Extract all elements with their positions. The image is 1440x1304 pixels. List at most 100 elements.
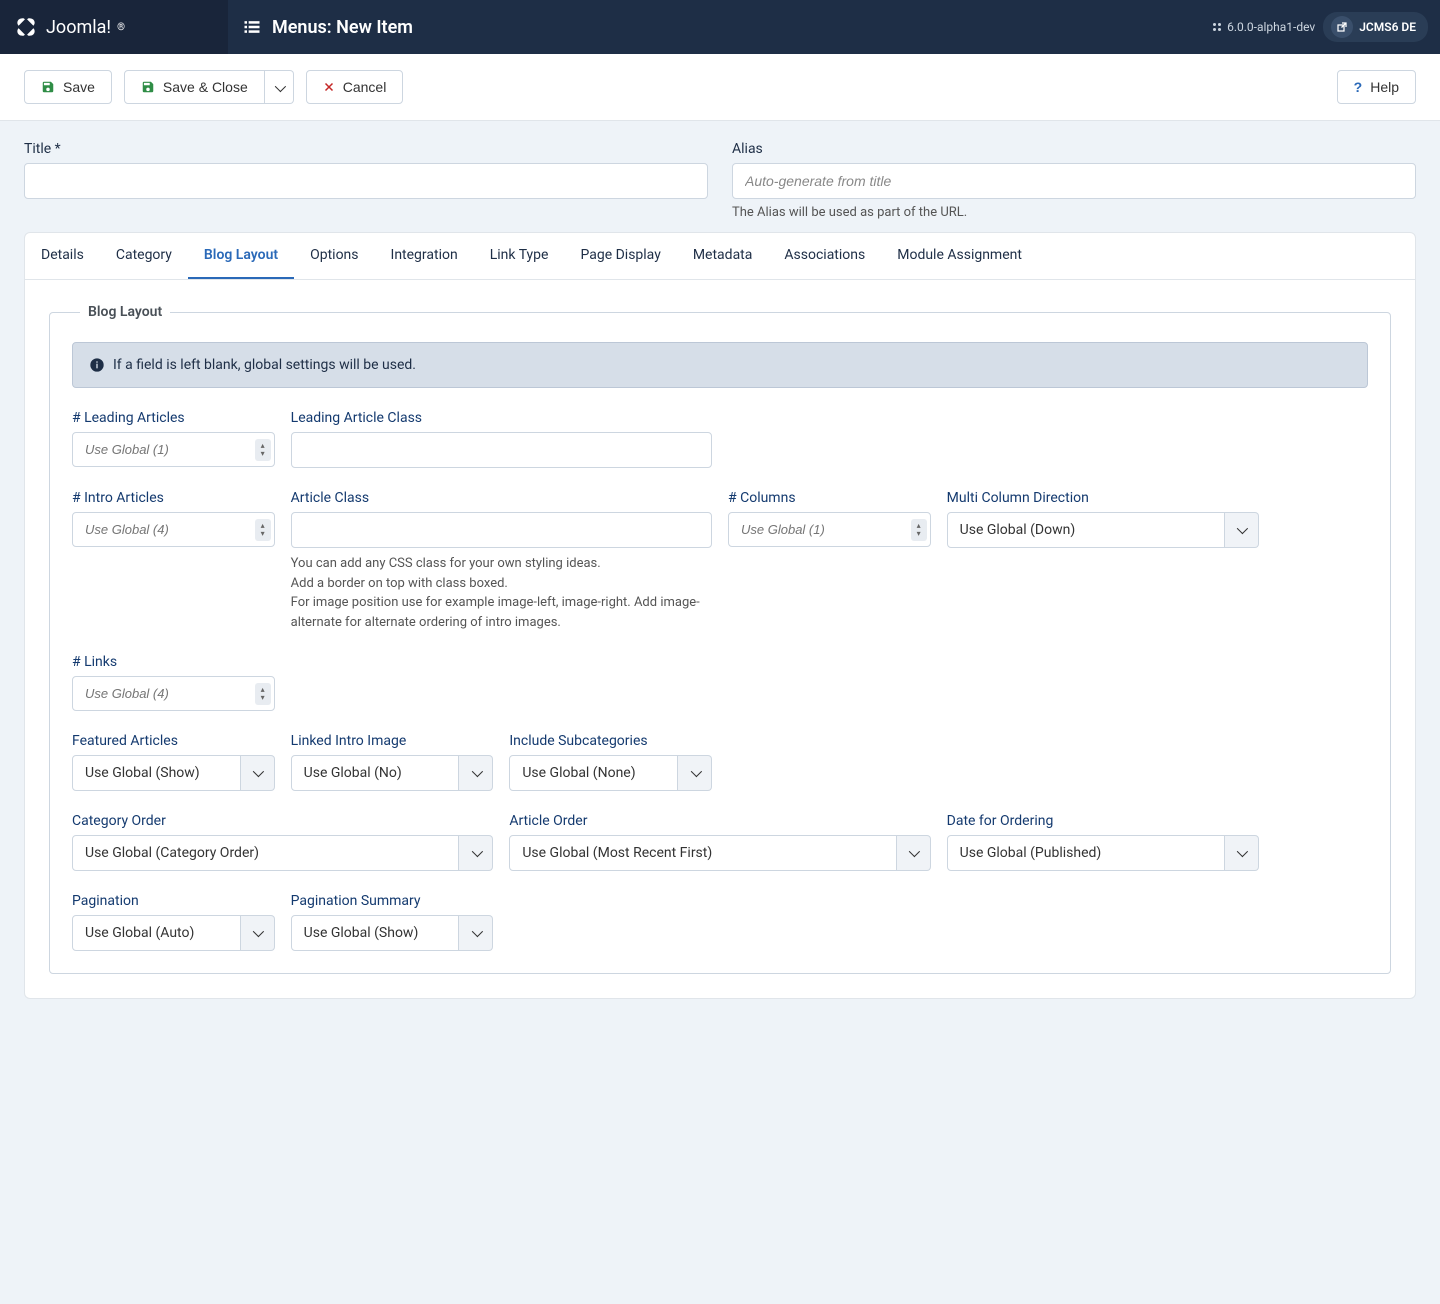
article-class-label: Article Class — [291, 490, 712, 506]
tab-associations[interactable]: Associations — [768, 233, 881, 279]
tab-module-assignment[interactable]: Module Assignment — [881, 233, 1038, 279]
close-icon — [323, 81, 335, 93]
version-link[interactable]: 6.0.0-alpha1-dev — [1211, 20, 1315, 34]
linked-intro-group: Linked Intro Image Use Global (No) — [291, 733, 494, 791]
tab-options[interactable]: Options — [294, 233, 374, 279]
alias-column: Alias The Alias will be used as part of … — [732, 141, 1416, 220]
links-group: # Links ▴▾ — [72, 654, 275, 711]
category-order-select[interactable]: Use Global (Category Order) — [72, 835, 493, 871]
user-menu[interactable]: JCMS6 DE — [1323, 12, 1428, 42]
include-subcat-label: Include Subcategories — [509, 733, 712, 749]
date-ordering-select[interactable]: Use Global (Published) — [947, 835, 1259, 871]
chevron-down-icon — [459, 835, 493, 871]
pagination-summary-select[interactable]: Use Global (Show) — [291, 915, 494, 951]
chevron-down-icon — [275, 79, 283, 95]
leading-articles-input-wrap: ▴▾ — [72, 432, 275, 467]
featured-label: Featured Articles — [72, 733, 275, 749]
featured-select[interactable]: Use Global (Show) — [72, 755, 275, 791]
intro-articles-group: # Intro Articles ▴▾ — [72, 490, 275, 632]
help-button[interactable]: ? Help — [1337, 70, 1416, 104]
top-header: Joomla! ® Menus: New Item 6.0.0-alpha1-d… — [0, 0, 1440, 54]
info-text: If a field is left blank, global setting… — [113, 357, 416, 373]
cancel-label: Cancel — [343, 79, 387, 95]
chevron-down-icon — [897, 835, 931, 871]
category-order-group: Category Order Use Global (Category Orde… — [72, 813, 493, 871]
number-spinner-icon[interactable]: ▴▾ — [255, 519, 271, 541]
joomla-logo[interactable]: Joomla! ® — [12, 13, 125, 41]
save-close-button[interactable]: Save & Close — [124, 70, 265, 104]
blog-layout-fieldset: Blog Layout If a field is left blank, gl… — [49, 304, 1391, 974]
tab-details[interactable]: Details — [25, 233, 100, 279]
title-input[interactable] — [24, 163, 708, 199]
title-alias-row: Title * Alias The Alias will be used as … — [0, 121, 1440, 232]
tabs: Details Category Blog Layout Options Int… — [25, 233, 1415, 280]
multi-col-dir-label: Multi Column Direction — [947, 490, 1259, 506]
date-ordering-value: Use Global (Published) — [947, 835, 1225, 871]
linked-intro-label: Linked Intro Image — [291, 733, 494, 749]
alias-helper: The Alias will be used as part of the UR… — [732, 205, 1416, 220]
save-button[interactable]: Save — [24, 70, 112, 104]
title-column: Title * — [24, 141, 708, 220]
article-class-input[interactable] — [291, 512, 712, 548]
include-subcat-value: Use Global (None) — [509, 755, 678, 791]
tab-integration[interactable]: Integration — [375, 233, 474, 279]
linked-intro-select[interactable]: Use Global (No) — [291, 755, 494, 791]
article-class-group: Article Class You can add any CSS class … — [291, 490, 712, 632]
featured-value: Use Global (Show) — [72, 755, 241, 791]
links-input-wrap: ▴▾ — [72, 676, 275, 711]
tab-link-type[interactable]: Link Type — [474, 233, 565, 279]
brand-area: Joomla! ® — [0, 0, 228, 54]
save-close-label: Save & Close — [163, 79, 248, 95]
article-order-label: Article Order — [509, 813, 930, 829]
save-icon — [141, 80, 155, 94]
columns-group: # Columns ▴▾ — [728, 490, 931, 632]
number-spinner-icon[interactable]: ▴▾ — [255, 439, 271, 461]
links-input[interactable] — [72, 676, 275, 711]
intro-articles-label: # Intro Articles — [72, 490, 275, 506]
tab-blog-layout[interactable]: Blog Layout — [188, 233, 294, 279]
chevron-down-icon — [678, 755, 712, 791]
alias-input[interactable] — [732, 163, 1416, 199]
columns-input[interactable] — [728, 512, 931, 547]
pagination-summary-value: Use Global (Show) — [291, 915, 460, 951]
leading-class-input[interactable] — [291, 432, 712, 468]
save-label: Save — [63, 79, 95, 95]
leading-articles-label: # Leading Articles — [72, 410, 275, 426]
save-close-caret[interactable] — [265, 70, 294, 104]
pagination-group: Pagination Use Global (Auto) — [72, 893, 275, 951]
topbar-right: 6.0.0-alpha1-dev JCMS6 DE — [1211, 12, 1440, 42]
user-label: JCMS6 DE — [1359, 20, 1416, 34]
category-order-label: Category Order — [72, 813, 493, 829]
intro-articles-input-wrap: ▴▾ — [72, 512, 275, 547]
action-toolbar: Save Save & Close Cancel ? Help — [0, 54, 1440, 121]
pagination-select[interactable]: Use Global (Auto) — [72, 915, 275, 951]
page-title-area: Menus: New Item — [228, 17, 1211, 38]
leading-articles-input[interactable] — [72, 432, 275, 467]
external-link-icon — [1331, 16, 1353, 38]
leading-class-group: Leading Article Class — [291, 410, 712, 468]
linked-intro-value: Use Global (No) — [291, 755, 460, 791]
multi-col-dir-select[interactable]: Use Global (Down) — [947, 512, 1259, 548]
number-spinner-icon[interactable]: ▴▾ — [255, 683, 271, 705]
tab-page-display[interactable]: Page Display — [564, 233, 676, 279]
chevron-down-icon — [1225, 512, 1259, 548]
article-order-select[interactable]: Use Global (Most Recent First) — [509, 835, 930, 871]
page-title: Menus: New Item — [272, 17, 413, 38]
cancel-button[interactable]: Cancel — [306, 70, 404, 104]
tab-category[interactable]: Category — [100, 233, 188, 279]
multi-col-dir-group: Multi Column Direction Use Global (Down) — [947, 490, 1259, 632]
tab-metadata[interactable]: Metadata — [677, 233, 769, 279]
intro-articles-input[interactable] — [72, 512, 275, 547]
links-label: # Links — [72, 654, 275, 670]
number-spinner-icon[interactable]: ▴▾ — [911, 519, 927, 541]
article-class-help: You can add any CSS class for your own s… — [291, 554, 712, 632]
info-banner: If a field is left blank, global setting… — [72, 342, 1368, 388]
info-icon — [89, 357, 105, 373]
version-text: 6.0.0-alpha1-dev — [1227, 20, 1315, 34]
include-subcat-select[interactable]: Use Global (None) — [509, 755, 712, 791]
date-ordering-group: Date for Ordering Use Global (Published) — [947, 813, 1259, 871]
chevron-down-icon — [241, 915, 275, 951]
multi-col-dir-value: Use Global (Down) — [947, 512, 1225, 548]
form-grid: # Leading Articles ▴▾ Leading Article Cl… — [72, 410, 1368, 951]
tab-body: Blog Layout If a field is left blank, gl… — [25, 280, 1415, 998]
